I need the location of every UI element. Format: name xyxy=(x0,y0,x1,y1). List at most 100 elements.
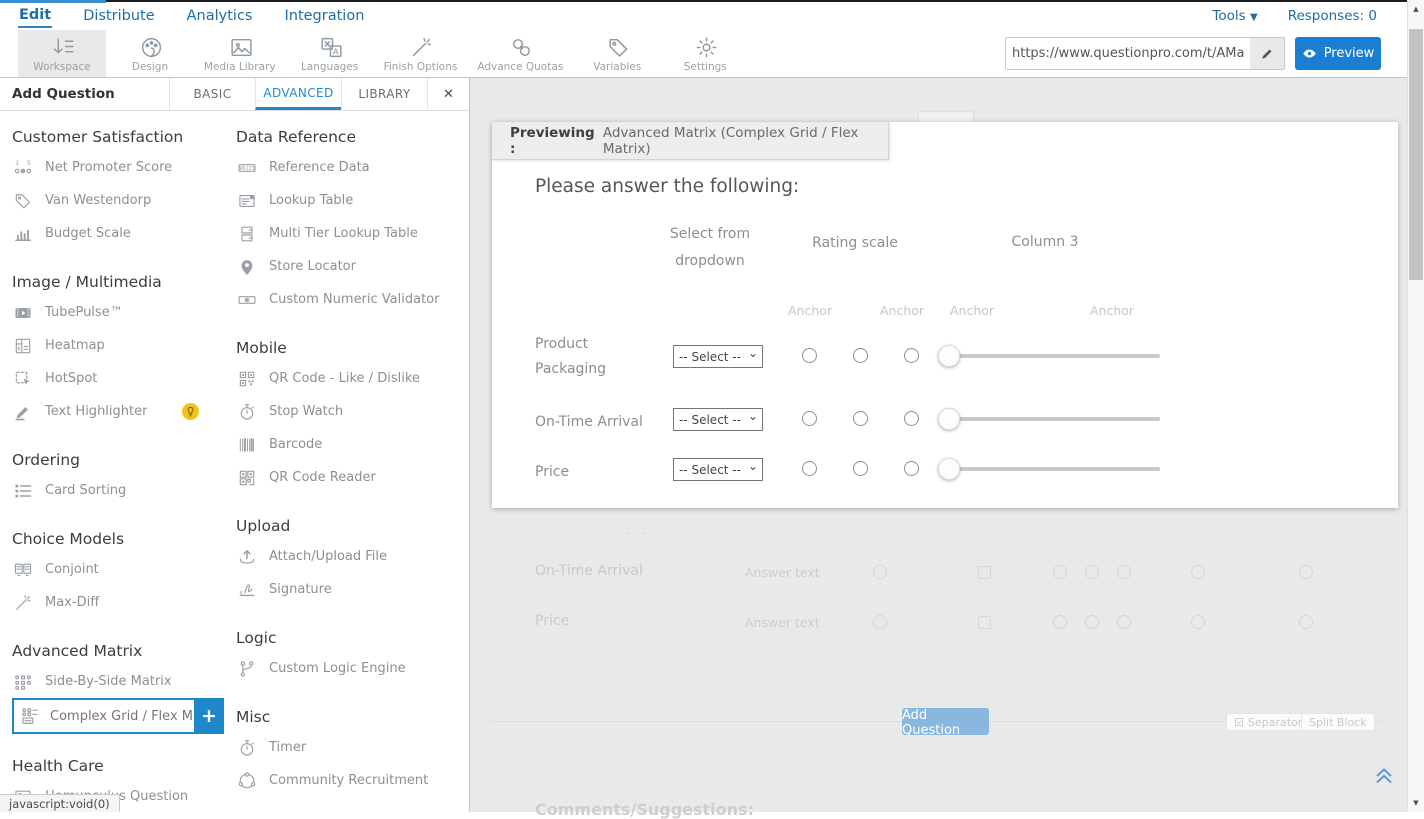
sidebar-item-card-sorting[interactable]: Card Sorting xyxy=(12,474,236,507)
scroll-to-top-chevrons-icon[interactable] xyxy=(1373,764,1395,786)
tab-basic[interactable]: BASIC xyxy=(169,78,255,110)
toolbar-item-settings[interactable]: Settings xyxy=(661,30,749,77)
editor-radio[interactable] xyxy=(1117,615,1131,629)
toolbar-item-label: Finish Options xyxy=(384,61,458,73)
nav-tab-edit[interactable]: Edit xyxy=(18,4,52,28)
toolbar-item-variables[interactable]: Variables xyxy=(573,30,661,77)
editor-radio[interactable] xyxy=(873,615,887,629)
rating-radio[interactable] xyxy=(904,461,919,476)
section-title: Image / Multimedia xyxy=(12,273,236,291)
sidebar-item-side-by-side-matrix[interactable]: Side-By-Side Matrix xyxy=(12,665,236,698)
slider-track[interactable] xyxy=(951,417,1160,421)
slider-knob[interactable] xyxy=(938,408,960,430)
slider-track[interactable] xyxy=(951,467,1160,471)
video-film-icon xyxy=(12,302,34,324)
sidebar-item-text-highlighter[interactable]: Text Highlighter xyxy=(12,395,236,428)
sidebar-item-store-locator[interactable]: Store Locator xyxy=(236,250,460,283)
sidebar-item-custom-numeric-validator[interactable]: ✱ Custom Numeric Validator xyxy=(236,283,460,316)
slider-knob[interactable] xyxy=(938,458,960,480)
scrollbar-thumb[interactable] xyxy=(1409,29,1423,280)
tab-advanced[interactable]: ADVANCED xyxy=(255,78,341,110)
sidebar-item-attach-upload-file[interactable]: Attach/Upload File xyxy=(236,540,460,573)
preview-button[interactable]: Preview xyxy=(1295,37,1381,70)
sidebar-item-net-promoter-score[interactable]: 15 Net Promoter Score xyxy=(12,151,236,184)
previewing-value: Advanced Matrix (Complex Grid / Flex Mat… xyxy=(603,125,888,157)
sidebar-item-lookup-table[interactable]: Lookup Table xyxy=(236,184,460,217)
split-block-button[interactable]: Split Block xyxy=(1301,713,1375,731)
link-status-tooltip: javascript:void(0) xyxy=(0,794,120,812)
editor-radio[interactable] xyxy=(1191,615,1205,629)
sidebar-item-timer[interactable]: Timer xyxy=(236,731,460,764)
scrollbar-down-arrow[interactable]: ▼ xyxy=(1408,795,1424,811)
editor-radio[interactable] xyxy=(873,565,887,579)
sidebar-item-stop-watch[interactable]: Stop Watch xyxy=(236,395,460,428)
editor-radio[interactable] xyxy=(1117,565,1131,579)
editor-checkbox[interactable] xyxy=(978,616,991,629)
chain-links-icon xyxy=(509,34,531,60)
editor-radio[interactable] xyxy=(1085,565,1099,579)
sidebar-item-budget-scale[interactable]: Budget Scale xyxy=(12,217,236,250)
rating-radio[interactable] xyxy=(904,348,919,363)
row-select[interactable]: -- Select -- xyxy=(673,458,763,481)
close-icon[interactable]: ✕ xyxy=(427,78,469,110)
row-select[interactable]: -- Select -- xyxy=(673,345,763,368)
editor-radio[interactable] xyxy=(1299,615,1313,629)
editor-radio[interactable] xyxy=(1191,565,1205,579)
community-globe-icon xyxy=(236,770,258,792)
sidebar-item-hotspot[interactable]: HotSpot xyxy=(12,362,236,395)
tab-library[interactable]: LIBRARY xyxy=(341,78,427,110)
hotspot-cursor-icon xyxy=(12,368,34,390)
toolbar-item-design[interactable]: Design xyxy=(106,30,194,77)
survey-url-input[interactable] xyxy=(1006,38,1250,69)
separator-toggle-button[interactable]: Separator xyxy=(1226,713,1310,731)
sidebar-item-signature[interactable]: x Signature xyxy=(236,573,460,606)
sidebar-item-qr-code-like-dislike[interactable]: QR Code - Like / Dislike xyxy=(236,362,460,395)
responses-count[interactable]: Responses: 0 xyxy=(1288,8,1377,24)
palette-icon xyxy=(139,34,161,60)
toolbar-item-languages[interactable]: A Languages xyxy=(286,30,374,77)
sidebar-item-multi-tier-lookup-table[interactable]: Multi Tier Lookup Table xyxy=(236,217,460,250)
section-title: Upload xyxy=(236,517,460,535)
nav-tab-integration[interactable]: Integration xyxy=(283,5,365,27)
rating-radio[interactable] xyxy=(802,411,817,426)
nav-tab-distribute[interactable]: Distribute xyxy=(82,5,155,27)
slider-knob[interactable] xyxy=(938,345,960,367)
editor-checkbox[interactable] xyxy=(978,566,991,579)
add-question-button[interactable]: Add Question xyxy=(902,708,989,735)
rating-radio[interactable] xyxy=(853,411,868,426)
editor-radio[interactable] xyxy=(1299,565,1313,579)
vertical-scrollbar[interactable]: ▲ ▼ xyxy=(1407,0,1424,812)
sidebar-item-tubepulse[interactable]: TubePulse™ xyxy=(12,296,236,329)
rating-radio[interactable] xyxy=(853,461,868,476)
rating-radio[interactable] xyxy=(853,348,868,363)
sidebar-item-qr-code-reader[interactable]: QR Code Reader xyxy=(236,461,460,494)
sidebar-item-max-diff[interactable]: Max-Diff xyxy=(12,586,236,619)
sidebar-item-complex-grid-flex-matrix[interactable]: Complex Grid / Flex Matrix + xyxy=(12,698,224,734)
tools-dropdown[interactable]: Tools ▼ xyxy=(1212,8,1257,24)
rating-radio[interactable] xyxy=(802,461,817,476)
sidebar-item-community-recruitment[interactable]: Community Recruitment xyxy=(236,764,460,797)
sidebar-item-conjoint[interactable]: Conjoint xyxy=(12,553,236,586)
rating-radio[interactable] xyxy=(802,348,817,363)
add-question-plus-button[interactable]: + xyxy=(194,698,224,734)
toolbar-item-finish-options[interactable]: Finish Options xyxy=(374,30,468,77)
sidebar-item-custom-logic-engine[interactable]: Custom Logic Engine xyxy=(236,652,460,685)
editor-radio[interactable] xyxy=(1085,615,1099,629)
sidebar-item-van-westendorp[interactable]: Van Westendorp xyxy=(12,184,236,217)
bar-chart-icon xyxy=(12,223,34,245)
sidebar-item-barcode[interactable]: Barcode xyxy=(236,428,460,461)
nps-scale-icon: 15 xyxy=(12,157,34,179)
slider-track[interactable] xyxy=(951,354,1160,358)
row-select[interactable]: -- Select -- xyxy=(673,408,763,431)
toolbar-item-advance-quotas[interactable]: Advance Quotas xyxy=(467,30,573,77)
scrollbar-up-arrow[interactable]: ▲ xyxy=(1408,1,1424,17)
toolbar-item-media-library[interactable]: Media Library xyxy=(194,30,286,77)
edit-url-pencil-icon[interactable] xyxy=(1250,38,1284,69)
nav-tab-analytics[interactable]: Analytics xyxy=(186,5,254,27)
toolbar-item-workspace[interactable]: Workspace xyxy=(18,30,106,77)
sidebar-item-reference-data[interactable]: 96123 Reference Data xyxy=(236,151,460,184)
editor-radio[interactable] xyxy=(1053,565,1067,579)
rating-radio[interactable] xyxy=(904,411,919,426)
sidebar-item-heatmap[interactable]: Heatmap xyxy=(12,329,236,362)
editor-radio[interactable] xyxy=(1053,615,1067,629)
